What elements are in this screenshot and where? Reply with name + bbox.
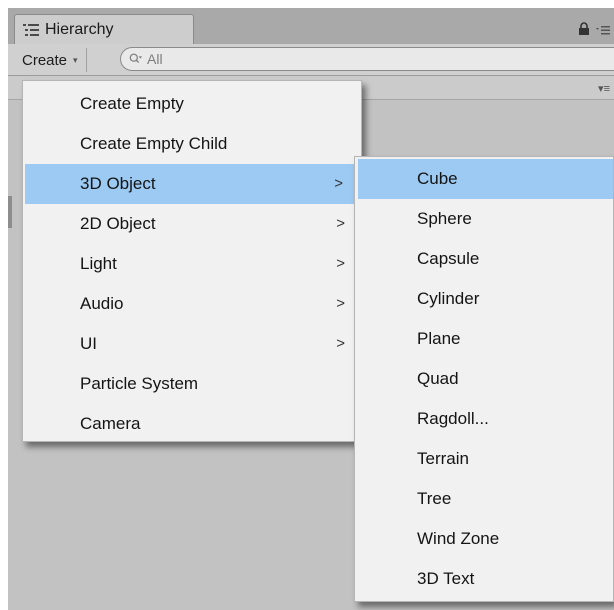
menu-item-sphere[interactable]: Sphere [355,199,613,239]
menu-item-capsule[interactable]: Capsule [355,239,613,279]
menu-item-particle-system[interactable]: Particle System [23,364,361,404]
menu-item-audio[interactable]: Audio > [23,284,361,324]
menu-item-cube[interactable]: Cube [358,159,613,199]
tab-title: Hierarchy [45,20,114,38]
chevron-right-icon: > [336,215,345,232]
menu-item-create-empty[interactable]: Create Empty [23,84,361,124]
scrollbar[interactable] [8,196,12,228]
create-button[interactable]: Create ▾ [14,48,87,72]
menu-item-ragdoll[interactable]: Ragdoll... [355,399,613,439]
menu-item-tree[interactable]: Tree [355,479,613,519]
menu-item-create-empty-child[interactable]: Create Empty Child [23,124,361,164]
hierarchy-list-icon [23,23,39,37]
menu-item-label: Quad [417,369,459,388]
menu-item-quad[interactable]: Quad [355,359,613,399]
chevron-right-icon: > [336,295,345,312]
menu-item-label: Cube [417,169,458,188]
search-field[interactable] [120,47,614,71]
menu-item-label: Create Empty Child [80,134,228,153]
menu-item-wind-zone[interactable]: Wind Zone [355,519,613,559]
chevron-right-icon: > [336,335,345,352]
chevron-right-icon: > [334,175,343,192]
chevron-right-icon: > [336,255,345,272]
lock-icon[interactable] [578,21,590,41]
3d-object-submenu: Cube Sphere Capsule Cylinder Plane Quad … [354,156,614,602]
menu-item-label: Camera [80,414,141,433]
scene-menu-icon[interactable]: ▾≡ [598,82,610,95]
menu-item-label: Tree [417,489,452,508]
menu-item-label: Capsule [417,249,480,268]
menu-item-label: 2D Object [80,214,156,233]
menu-item-2d-object[interactable]: 2D Object > [23,204,361,244]
menu-item-camera[interactable]: Camera [23,404,361,444]
search-icon [129,52,143,66]
tab-strip: Hierarchy [8,8,614,44]
search-input[interactable] [145,50,569,68]
menu-item-label: 3D Text [417,569,475,588]
menu-item-label: Ragdoll... [417,409,489,428]
menu-item-terrain[interactable]: Terrain [355,439,613,479]
menu-item-label: Light [80,254,117,273]
tab-tools [578,21,614,41]
menu-item-3d-object[interactable]: 3D Object > [25,164,359,204]
hierarchy-toolbar: Create ▾ [8,44,614,76]
tab-hierarchy[interactable]: Hierarchy [14,14,194,44]
menu-item-label: Sphere [417,209,472,228]
menu-item-ui[interactable]: UI > [23,324,361,364]
menu-item-label: Particle System [80,374,199,393]
menu-item-label: Create Empty [80,94,184,113]
menu-item-label: Cylinder [417,289,480,308]
menu-item-plane[interactable]: Plane [355,319,613,359]
menu-item-label: Wind Zone [417,529,500,548]
context-menu-icon[interactable] [596,22,610,40]
create-button-label: Create [22,51,68,69]
menu-item-light[interactable]: Light > [23,244,361,284]
menu-item-label: Plane [417,329,461,348]
menu-item-label: UI [80,334,97,353]
menu-item-label: Terrain [417,449,469,468]
menu-item-cylinder[interactable]: Cylinder [355,279,613,319]
menu-item-label: 3D Object [80,174,156,193]
chevron-down-icon: ▾ [73,54,78,65]
menu-item-3d-text[interactable]: 3D Text [355,559,613,599]
create-menu: Create Empty Create Empty Child 3D Objec… [22,80,362,442]
menu-item-label: Audio [80,294,124,313]
